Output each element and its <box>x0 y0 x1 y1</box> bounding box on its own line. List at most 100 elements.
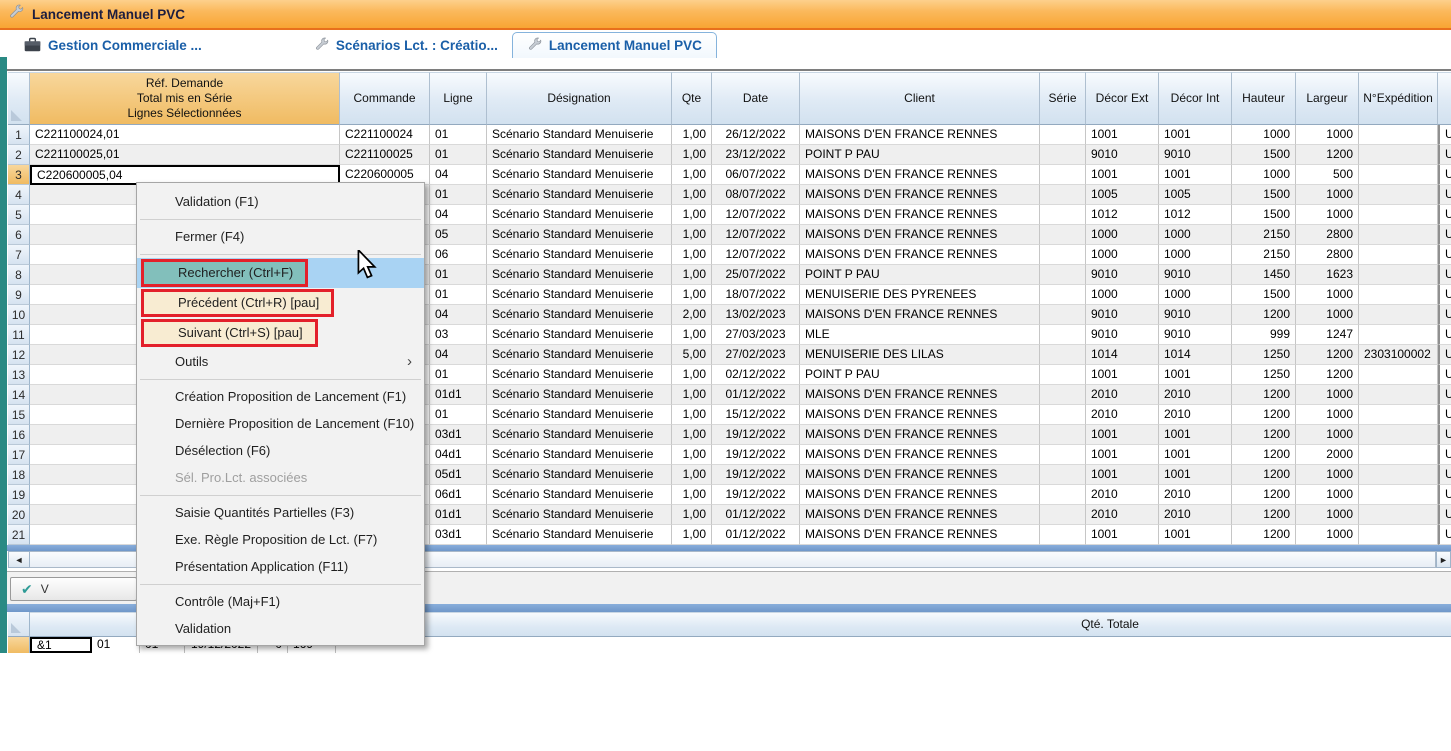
cell-ligne[interactable]: 04 <box>430 165 487 185</box>
cell-qte[interactable]: 1,00 <box>672 425 712 445</box>
column-header-designation[interactable]: Désignation <box>487 72 672 125</box>
menu-item-precedent[interactable]: Précédent (Ctrl+R) [pau] <box>137 288 424 318</box>
cell-u[interactable]: U <box>1438 525 1451 545</box>
cell-expedition[interactable] <box>1359 285 1438 305</box>
cell-decor_ext[interactable]: 1001 <box>1086 465 1159 485</box>
cell-client[interactable]: MAISONS D'EN FRANCE RENNES <box>800 125 1040 145</box>
cell-largeur[interactable]: 1000 <box>1296 185 1359 205</box>
column-header-hauteur[interactable]: Hauteur <box>1232 72 1296 125</box>
cell-qte[interactable]: 5,00 <box>672 345 712 365</box>
column-header-expedition[interactable]: N°Expédition <box>1359 72 1438 125</box>
cell-decor_ext[interactable]: 9010 <box>1086 265 1159 285</box>
cell-client[interactable]: MAISONS D'EN FRANCE RENNES <box>800 445 1040 465</box>
cell-designation[interactable]: Scénario Standard Menuiserie <box>487 205 672 225</box>
scroll-left-button[interactable]: ◄ <box>8 551 30 568</box>
cell-hauteur[interactable]: 1450 <box>1232 265 1296 285</box>
cell-ligne[interactable]: 05 <box>430 225 487 245</box>
cell-commande[interactable]: C221100025 <box>340 145 430 165</box>
row-number[interactable]: 5 <box>8 205 30 225</box>
cell-expedition[interactable] <box>1359 305 1438 325</box>
cell-client[interactable]: POINT P PAU <box>800 365 1040 385</box>
cell-largeur[interactable]: 1000 <box>1296 525 1359 545</box>
cell-qte[interactable]: 1,00 <box>672 205 712 225</box>
cell-client[interactable]: MAISONS D'EN FRANCE RENNES <box>800 245 1040 265</box>
menu-item-deselection[interactable]: Désélection (F6) <box>137 437 424 464</box>
cell-expedition[interactable] <box>1359 525 1438 545</box>
cell-expedition[interactable] <box>1359 365 1438 385</box>
tab-scenarios-lct[interactable]: Scénarios Lct. : Créatio... <box>304 33 508 58</box>
cell-decor_int[interactable]: 1012 <box>1159 205 1232 225</box>
cell-designation[interactable]: Scénario Standard Menuiserie <box>487 265 672 285</box>
cell-u[interactable]: U <box>1438 485 1451 505</box>
cell-u[interactable]: U <box>1438 265 1451 285</box>
cell-date[interactable]: 12/07/2022 <box>712 205 800 225</box>
cell-date[interactable]: 06/07/2022 <box>712 165 800 185</box>
cell-decor_int[interactable]: 1001 <box>1159 165 1232 185</box>
cell-designation[interactable]: Scénario Standard Menuiserie <box>487 285 672 305</box>
cell-u[interactable]: U <box>1438 405 1451 425</box>
cell-qte[interactable]: 1,00 <box>672 365 712 385</box>
cell-expedition[interactable] <box>1359 485 1438 505</box>
column-header-date[interactable]: Date <box>712 72 800 125</box>
menu-item-creation-proposition[interactable]: Création Proposition de Lancement (F1) <box>137 383 424 410</box>
cell-date[interactable]: 18/07/2022 <box>712 285 800 305</box>
cell-date[interactable]: 27/02/2023 <box>712 345 800 365</box>
cell-largeur[interactable]: 1000 <box>1296 305 1359 325</box>
cell-designation[interactable]: Scénario Standard Menuiserie <box>487 145 672 165</box>
cell-ligne[interactable]: 04 <box>430 305 487 325</box>
cell-date[interactable]: 01/12/2022 <box>712 525 800 545</box>
cell-ligne[interactable]: 03 <box>430 325 487 345</box>
menu-item-fermer-f4[interactable]: Fermer (F4) <box>137 223 424 250</box>
cell-date[interactable]: 01/12/2022 <box>712 385 800 405</box>
bottom-cell-1[interactable]: 01 <box>92 637 140 653</box>
cell-largeur[interactable]: 1000 <box>1296 205 1359 225</box>
cell-decor_ext[interactable]: 1000 <box>1086 245 1159 265</box>
cell-expedition[interactable] <box>1359 125 1438 145</box>
cell-hauteur[interactable]: 1250 <box>1232 345 1296 365</box>
cell-decor_ext[interactable]: 1014 <box>1086 345 1159 365</box>
cell-designation[interactable]: Scénario Standard Menuiserie <box>487 505 672 525</box>
cell-largeur[interactable]: 1000 <box>1296 425 1359 445</box>
cell-qte[interactable]: 1,00 <box>672 145 712 165</box>
cell-largeur[interactable]: 1200 <box>1296 145 1359 165</box>
cell-u[interactable]: U <box>1438 225 1451 245</box>
cell-largeur[interactable]: 1000 <box>1296 385 1359 405</box>
cell-designation[interactable]: Scénario Standard Menuiserie <box>487 345 672 365</box>
cell-decor_int[interactable]: 2010 <box>1159 405 1232 425</box>
cell-qte[interactable]: 1,00 <box>672 485 712 505</box>
cell-serie[interactable] <box>1040 465 1086 485</box>
row-number[interactable]: 16 <box>8 425 30 445</box>
cell-qte[interactable]: 1,00 <box>672 245 712 265</box>
row-number[interactable]: 20 <box>8 505 30 525</box>
cell-serie[interactable] <box>1040 305 1086 325</box>
cell-largeur[interactable]: 1000 <box>1296 285 1359 305</box>
cell-date[interactable]: 25/07/2022 <box>712 265 800 285</box>
cell-u[interactable]: U <box>1438 305 1451 325</box>
cell-ligne[interactable]: 01d1 <box>430 385 487 405</box>
cell-decor_ext[interactable]: 1001 <box>1086 125 1159 145</box>
cell-serie[interactable] <box>1040 185 1086 205</box>
cell-hauteur[interactable]: 1000 <box>1232 165 1296 185</box>
cell-expedition[interactable] <box>1359 205 1438 225</box>
cell-decor_ext[interactable]: 1000 <box>1086 285 1159 305</box>
tab-gestion-commerciale[interactable]: Gestion Commerciale ... <box>14 33 212 58</box>
cell-u[interactable]: U <box>1438 185 1451 205</box>
cell-decor_ext[interactable]: 1001 <box>1086 425 1159 445</box>
column-header-u[interactable] <box>1438 72 1451 125</box>
cell-expedition[interactable] <box>1359 465 1438 485</box>
cell-client[interactable]: MENUISERIE DES PYRENEES <box>800 285 1040 305</box>
cell-expedition[interactable]: 2303100002 <box>1359 345 1438 365</box>
row-number[interactable]: 21 <box>8 525 30 545</box>
cell-client[interactable]: MAISONS D'EN FRANCE RENNES <box>800 305 1040 325</box>
cell-client[interactable]: MAISONS D'EN FRANCE RENNES <box>800 465 1040 485</box>
cell-hauteur[interactable]: 1200 <box>1232 505 1296 525</box>
row-number[interactable]: 14 <box>8 385 30 405</box>
cell-decor_ext[interactable]: 9010 <box>1086 325 1159 345</box>
cell-qte[interactable]: 1,00 <box>672 525 712 545</box>
column-header-largeur[interactable]: Largeur <box>1296 72 1359 125</box>
cell-ref[interactable]: C221100025,01 <box>30 145 340 165</box>
cell-client[interactable]: MLE <box>800 325 1040 345</box>
cell-date[interactable]: 08/07/2022 <box>712 185 800 205</box>
cell-qte[interactable]: 1,00 <box>672 325 712 345</box>
column-header-decor_ext[interactable]: Décor Ext <box>1086 72 1159 125</box>
